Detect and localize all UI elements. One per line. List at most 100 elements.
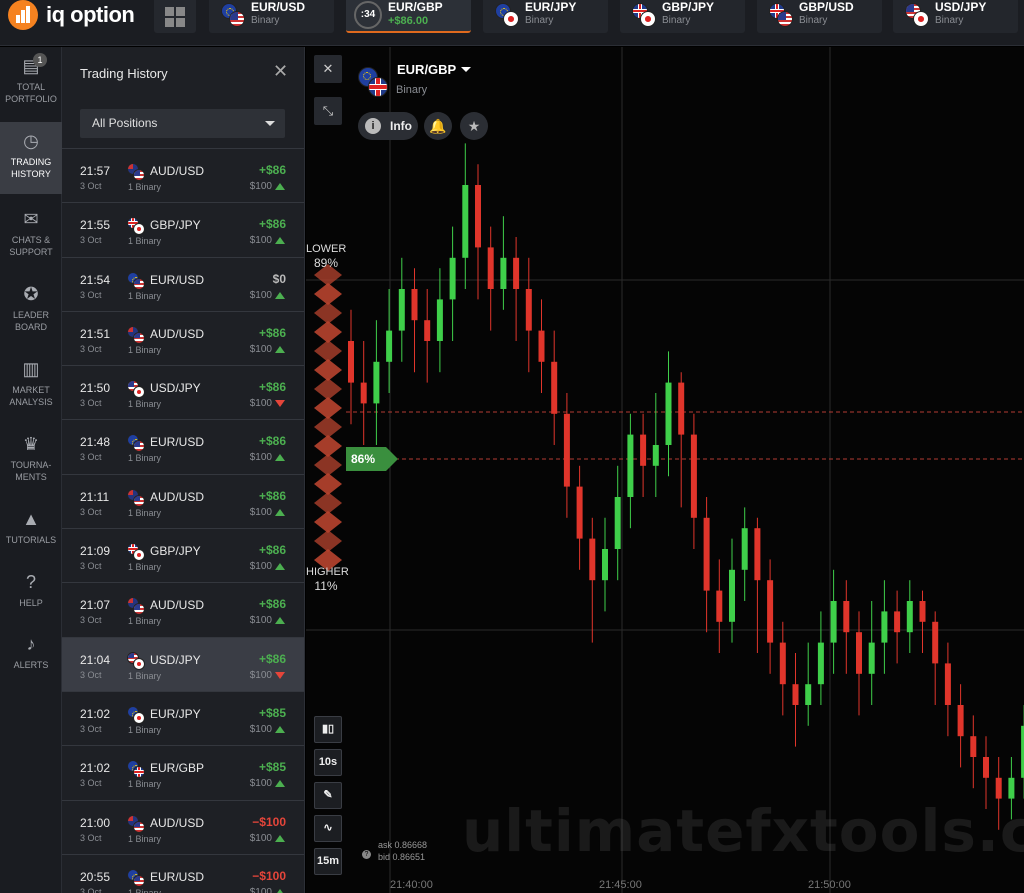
help-icon: ? — [362, 850, 371, 859]
trade-date: 3 Oct — [80, 832, 102, 843]
candle-body — [398, 289, 405, 331]
brand-logo[interactable]: iq option — [8, 0, 135, 30]
trade-pnl: +$86 — [258, 651, 286, 666]
close-chart-button[interactable]: ✕ — [314, 55, 342, 83]
history-row[interactable]: 21:07 3 Oct AUD/USD 1 Binary +$86 $100 — [62, 582, 304, 637]
trade-date: 3 Oct — [80, 398, 102, 409]
pencil-icon[interactable]: ✎ — [314, 782, 342, 809]
currency-flag-icon — [127, 705, 145, 724]
higher-label: HIGHER — [306, 566, 349, 578]
asset-selector[interactable]: EUR/GBP — [397, 62, 456, 77]
info-icon: i — [365, 118, 381, 134]
candle-body — [436, 299, 443, 341]
history-row[interactable]: 21:57 3 Oct AUD/USD 1 Binary +$86 $100 — [62, 148, 304, 203]
history-row[interactable]: 21:54 3 Oct EUR/USD 1 Binary $0 $100 — [62, 256, 304, 311]
trade-kind: 1 Binary — [128, 507, 162, 518]
asset-tab-eur-usd[interactable]: EUR/USD Binary — [209, 0, 334, 33]
currency-flag-icon — [127, 163, 145, 181]
chart-area[interactable]: ultimatefxtools.com ✕ ⤡ EUR/GBP Binary i… — [306, 47, 1024, 893]
trade-amount: $100 — [249, 343, 272, 355]
info-button[interactable]: i Info — [358, 112, 418, 140]
nav-label: TUTORIALS — [5, 535, 57, 545]
trade-kind: 1 Binary — [128, 399, 162, 410]
trade-pnl: +$86 — [258, 380, 286, 395]
asset-tab-usd-jpy[interactable]: USD/JPY Binary — [893, 0, 1018, 33]
bid-ask-readout: ask 0.86668 bid 0.86651 — [378, 839, 427, 863]
close-icon[interactable]: ✕ — [273, 61, 288, 82]
collapse-icon[interactable]: ⤡ — [314, 97, 342, 125]
top-bar: iq option EUR/USD Binary :34 EUR/GBP +$86.00… — [0, 0, 1024, 46]
candle-body — [957, 705, 964, 737]
asset-tab-eur-gbp[interactable]: :34 EUR/GBP +$86.00 — [346, 0, 471, 33]
trade-pnl: +$85 — [258, 760, 286, 775]
chart-type-icon[interactable]: ▮▯ — [314, 716, 342, 743]
positions-filter-select[interactable]: All Positions — [80, 109, 285, 138]
trade-kind: 1 Binary — [128, 562, 162, 573]
history-row[interactable]: 21:04 3 Oct USD/JPY 1 Binary +$86 $100 — [62, 636, 304, 691]
nav-item-chatssupport[interactable]: ✉ CHATS & SUPPORT — [0, 200, 62, 272]
trade-time: 21:54 — [80, 272, 111, 287]
trade-time: 21:04 — [80, 652, 111, 667]
timeframe-10s-button[interactable]: 10s — [314, 749, 342, 776]
trade-pnl: +$86 — [258, 543, 286, 558]
nav-item-marketanalysis[interactable]: ▥ MARKET ANALYSIS — [0, 350, 62, 422]
arrow-up-icon — [275, 237, 285, 245]
trade-pair: AUD/USD — [150, 326, 205, 341]
history-row[interactable]: 21:02 3 Oct EUR/JPY 1 Binary +$85 $100 — [62, 690, 304, 746]
trade-date: 3 Oct — [80, 235, 102, 246]
chevron-down-icon[interactable] — [461, 67, 471, 72]
candle-body — [690, 434, 697, 518]
star-icon[interactable]: ★ — [460, 112, 488, 140]
asset-tab-gbp-jpy[interactable]: GBP/JPY Binary — [620, 0, 745, 33]
trade-kind: 1 Binary — [128, 670, 162, 681]
trade-pair: EUR/USD — [150, 435, 205, 450]
asset-tab-gbp-usd[interactable]: GBP/USD Binary — [757, 0, 882, 33]
history-row[interactable]: 21:11 3 Oct AUD/USD 1 Binary +$86 $100 — [62, 473, 304, 529]
candle-body — [767, 580, 774, 643]
candle-body — [1008, 777, 1015, 799]
asset-grid-button[interactable] — [154, 0, 196, 33]
indicator-wave-icon[interactable]: ∿ — [314, 815, 342, 842]
history-row[interactable]: 21:02 3 Oct EUR/GBP 1 Binary +$85 $100 — [62, 745, 304, 800]
nav-item-tutorials[interactable]: ▲ TUTORIALS — [0, 500, 62, 572]
nav-item-totalportfolio[interactable]: ▤ TOTAL PORTFOLIO 1 — [0, 47, 62, 119]
nav-item-tradinghistory[interactable]: ◷ TRADING HISTORY — [0, 122, 62, 194]
nav-label: MARKET ANALYSIS — [9, 385, 53, 407]
tab-subtitle: Binary — [662, 15, 691, 26]
trade-date: 3 Oct — [80, 669, 102, 680]
history-row[interactable]: 21:48 3 Oct EUR/USD 1 Binary +$86 $100 — [62, 419, 304, 474]
probability-diamond — [314, 321, 342, 343]
currency-flag-icon — [127, 380, 145, 399]
trade-amount: $100 — [249, 561, 272, 573]
candle-body — [424, 320, 431, 341]
arrow-up-icon — [275, 291, 285, 299]
history-row[interactable]: 21:00 3 Oct AUD/USD 1 Binary −$100 $100 — [62, 799, 304, 854]
candle-body — [843, 601, 850, 633]
history-row[interactable]: 20:55 3 Oct EUR/USD 1 Binary −$100 $100 — [62, 853, 304, 893]
trade-pnl: +$86 — [258, 488, 286, 503]
probability-diamond — [314, 454, 342, 476]
nav-item-leaderboard[interactable]: ✪ LEADER BOARD — [0, 275, 62, 347]
price-chart[interactable] — [306, 47, 1024, 893]
asset-flag-icon — [358, 67, 388, 97]
nav-item-tournaments[interactable]: ♛ TOURNA- MENTS — [0, 425, 62, 497]
nav-label: ALERTS — [13, 660, 49, 670]
clock-icon: ◷ — [23, 131, 39, 151]
trade-pnl: +$86 — [258, 597, 286, 612]
info-label: Info — [390, 119, 412, 133]
history-row[interactable]: 21:55 3 Oct GBP/JPY 1 Binary +$86 $100 — [62, 202, 304, 257]
candle-body — [881, 611, 888, 643]
timeframe-15m-button[interactable]: 15m — [314, 848, 342, 875]
nav-item-alerts[interactable]: ♪ ALERTS — [0, 625, 62, 697]
history-row[interactable]: 21:51 3 Oct AUD/USD 1 Binary +$86 $100 — [62, 310, 304, 366]
history-row[interactable]: 21:09 3 Oct GBP/JPY 1 Binary +$86 $100 — [62, 528, 304, 583]
trade-pair: EUR/USD — [150, 272, 205, 287]
asset-tab-eur-jpy[interactable]: EUR/JPY Binary — [483, 0, 608, 33]
payout-tag: 86% — [346, 447, 398, 471]
history-row[interactable]: 21:50 3 Oct USD/JPY 1 Binary +$86 $100 — [62, 365, 304, 420]
probability-diamond — [314, 397, 342, 419]
currency-flag-icon — [127, 651, 145, 670]
tab-subtitle: Binary — [525, 15, 554, 26]
bell-icon[interactable]: 🔔 — [424, 112, 452, 140]
currency-flag-icon — [127, 543, 145, 562]
